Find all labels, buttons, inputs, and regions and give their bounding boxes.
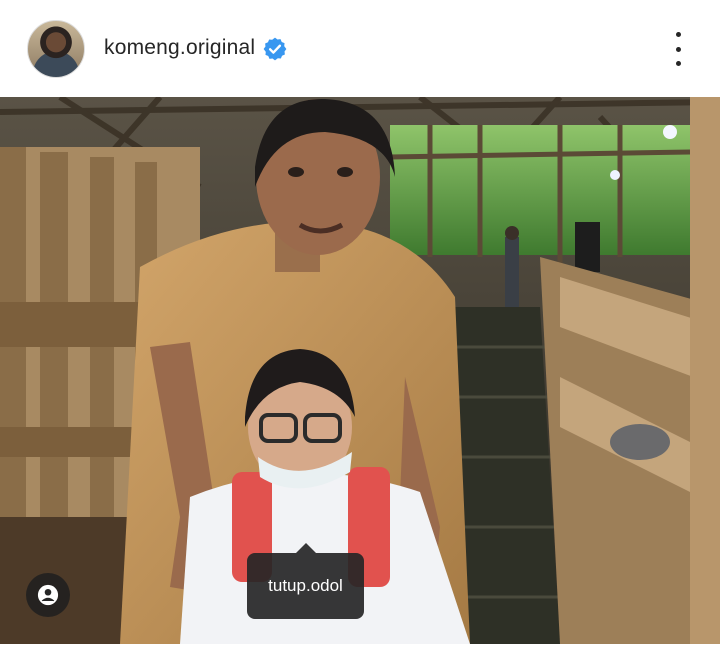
more-dot: [675, 61, 681, 66]
more-dot: [675, 46, 681, 52]
username-link[interactable]: komeng.original: [104, 36, 255, 60]
tagged-username: tutup.odol: [268, 576, 343, 595]
verified-badge-icon: [263, 37, 287, 61]
user-tag-bubble[interactable]: tutup.odol: [247, 543, 364, 619]
post-header: komeng.original: [0, 0, 720, 97]
user-tag-button[interactable]: [26, 573, 70, 617]
user-tag-icon: [37, 584, 59, 606]
profile-avatar[interactable]: [27, 20, 85, 78]
more-options-button[interactable]: [670, 32, 686, 66]
more-dot: [675, 32, 681, 37]
